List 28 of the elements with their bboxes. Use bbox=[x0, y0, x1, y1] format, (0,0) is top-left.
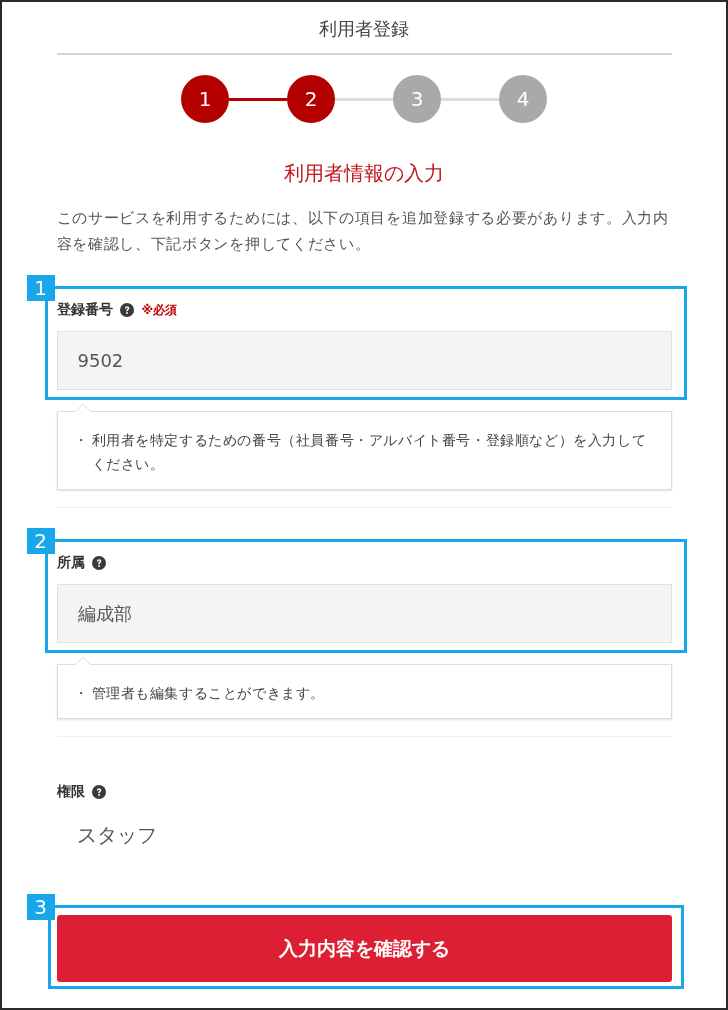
callout-number: 1 bbox=[26, 275, 55, 301]
page-title: 利用者登録 bbox=[318, 17, 410, 41]
step-circle: 1 bbox=[181, 75, 229, 123]
step-circle: 3 bbox=[393, 75, 441, 123]
help-text: 管理者も編集することができます。 bbox=[91, 684, 327, 703]
text-input[interactable]: 編成部 bbox=[56, 584, 672, 643]
required-mark: ※必須 bbox=[141, 301, 178, 319]
field-value: スタッフ bbox=[75, 822, 158, 849]
text-input[interactable]: 9502 bbox=[56, 331, 672, 390]
step-circle: 2 bbox=[287, 75, 335, 123]
field-label: 所属 bbox=[56, 554, 85, 572]
step-circle: 4 bbox=[499, 75, 547, 123]
help-icon[interactable] bbox=[91, 785, 106, 799]
confirm-button[interactable]: 入力内容を確認する bbox=[56, 915, 672, 982]
callout-number: 3 bbox=[26, 894, 55, 920]
list-bullet: ・ bbox=[73, 684, 90, 703]
help-text: 利用者を特定するための番号（社員番号・アルバイト番号・登録順など）を入力してください。 bbox=[91, 431, 648, 474]
section-heading: 利用者情報の入力 bbox=[283, 160, 445, 187]
step-connector bbox=[229, 97, 287, 101]
field-label: 登録番号 bbox=[56, 301, 113, 319]
help-icon[interactable] bbox=[91, 556, 106, 570]
step-connector bbox=[441, 97, 499, 101]
intro-text: このサービスを利用するためには、以下の項目を追加登録する必要があります。入力内容を確認し、下記ボタンを押してください。 bbox=[56, 208, 670, 255]
callout-number: 2 bbox=[26, 528, 55, 554]
help-icon[interactable] bbox=[119, 303, 134, 317]
step-connector bbox=[335, 97, 393, 101]
list-bullet: ・ bbox=[73, 431, 90, 450]
field-label: 権限 bbox=[56, 783, 85, 801]
